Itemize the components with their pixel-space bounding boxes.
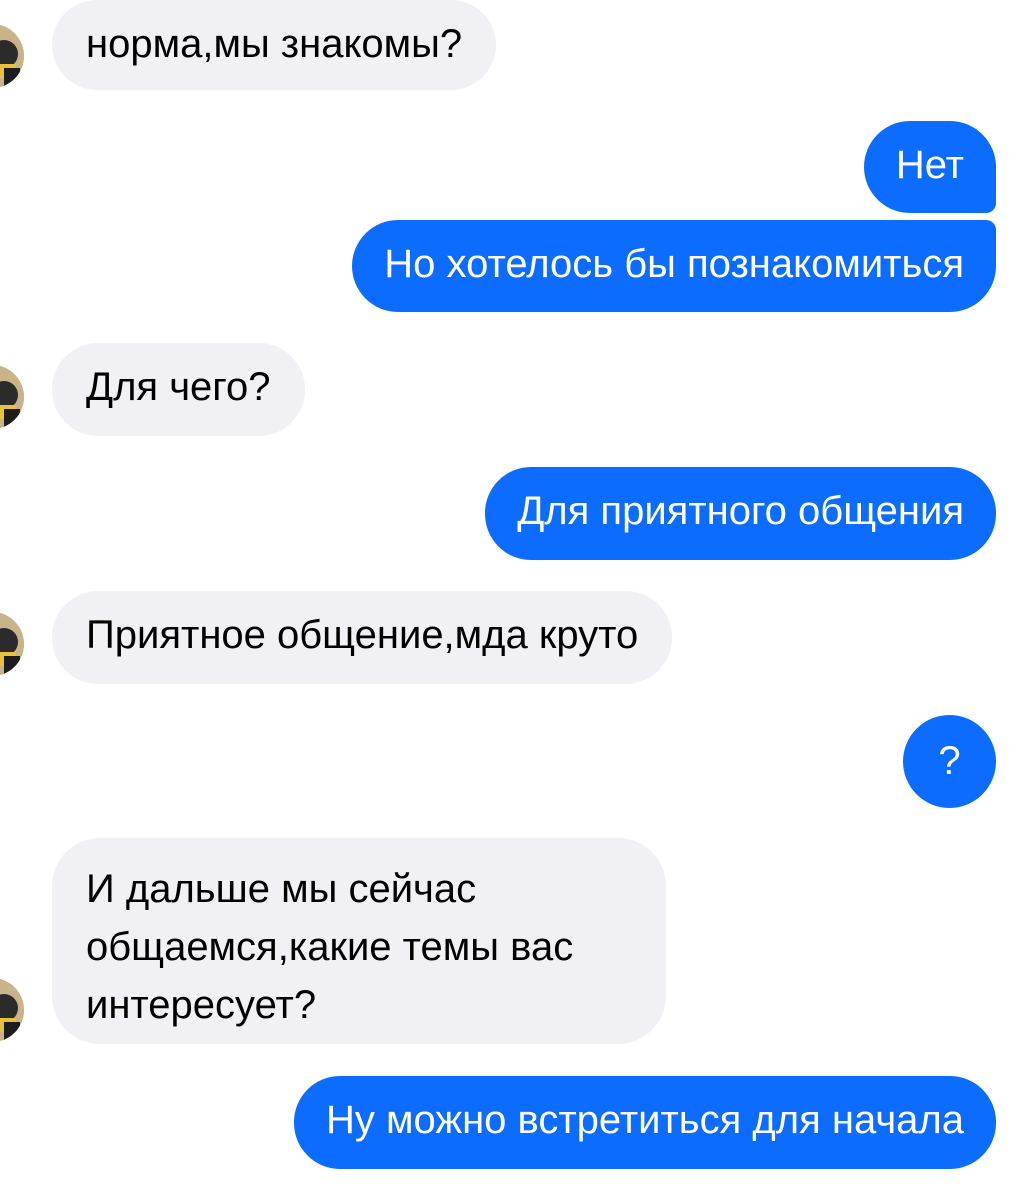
incoming-message-bubble[interactable]: норма,мы знакомы? (52, 0, 497, 90)
outgoing-message-bubble[interactable]: Но хотелось бы познакомиться (352, 220, 996, 312)
incoming-message-bubble[interactable]: Для чего? (52, 343, 305, 436)
outgoing-message-bubble[interactable]: Для приятного общения (485, 467, 996, 560)
avatar-image-icon (0, 24, 24, 88)
contact-avatar[interactable] (0, 978, 24, 1042)
incoming-message-bubble[interactable]: И дальше мы сейчас общаемся,какие темы в… (52, 838, 666, 1044)
contact-avatar[interactable] (0, 24, 24, 88)
contact-avatar[interactable] (0, 365, 24, 429)
outgoing-message-bubble[interactable]: Ну можно встретиться для начала (294, 1076, 996, 1169)
avatar-image-icon (0, 365, 24, 429)
incoming-message-bubble[interactable]: Приятное общение,мда круто (52, 591, 673, 684)
outgoing-message-bubble[interactable]: Нет (863, 121, 996, 213)
outgoing-message-bubble[interactable]: ? (903, 715, 996, 808)
contact-avatar[interactable] (0, 612, 24, 676)
avatar-image-icon (0, 978, 24, 1042)
avatar-image-icon (0, 612, 24, 676)
